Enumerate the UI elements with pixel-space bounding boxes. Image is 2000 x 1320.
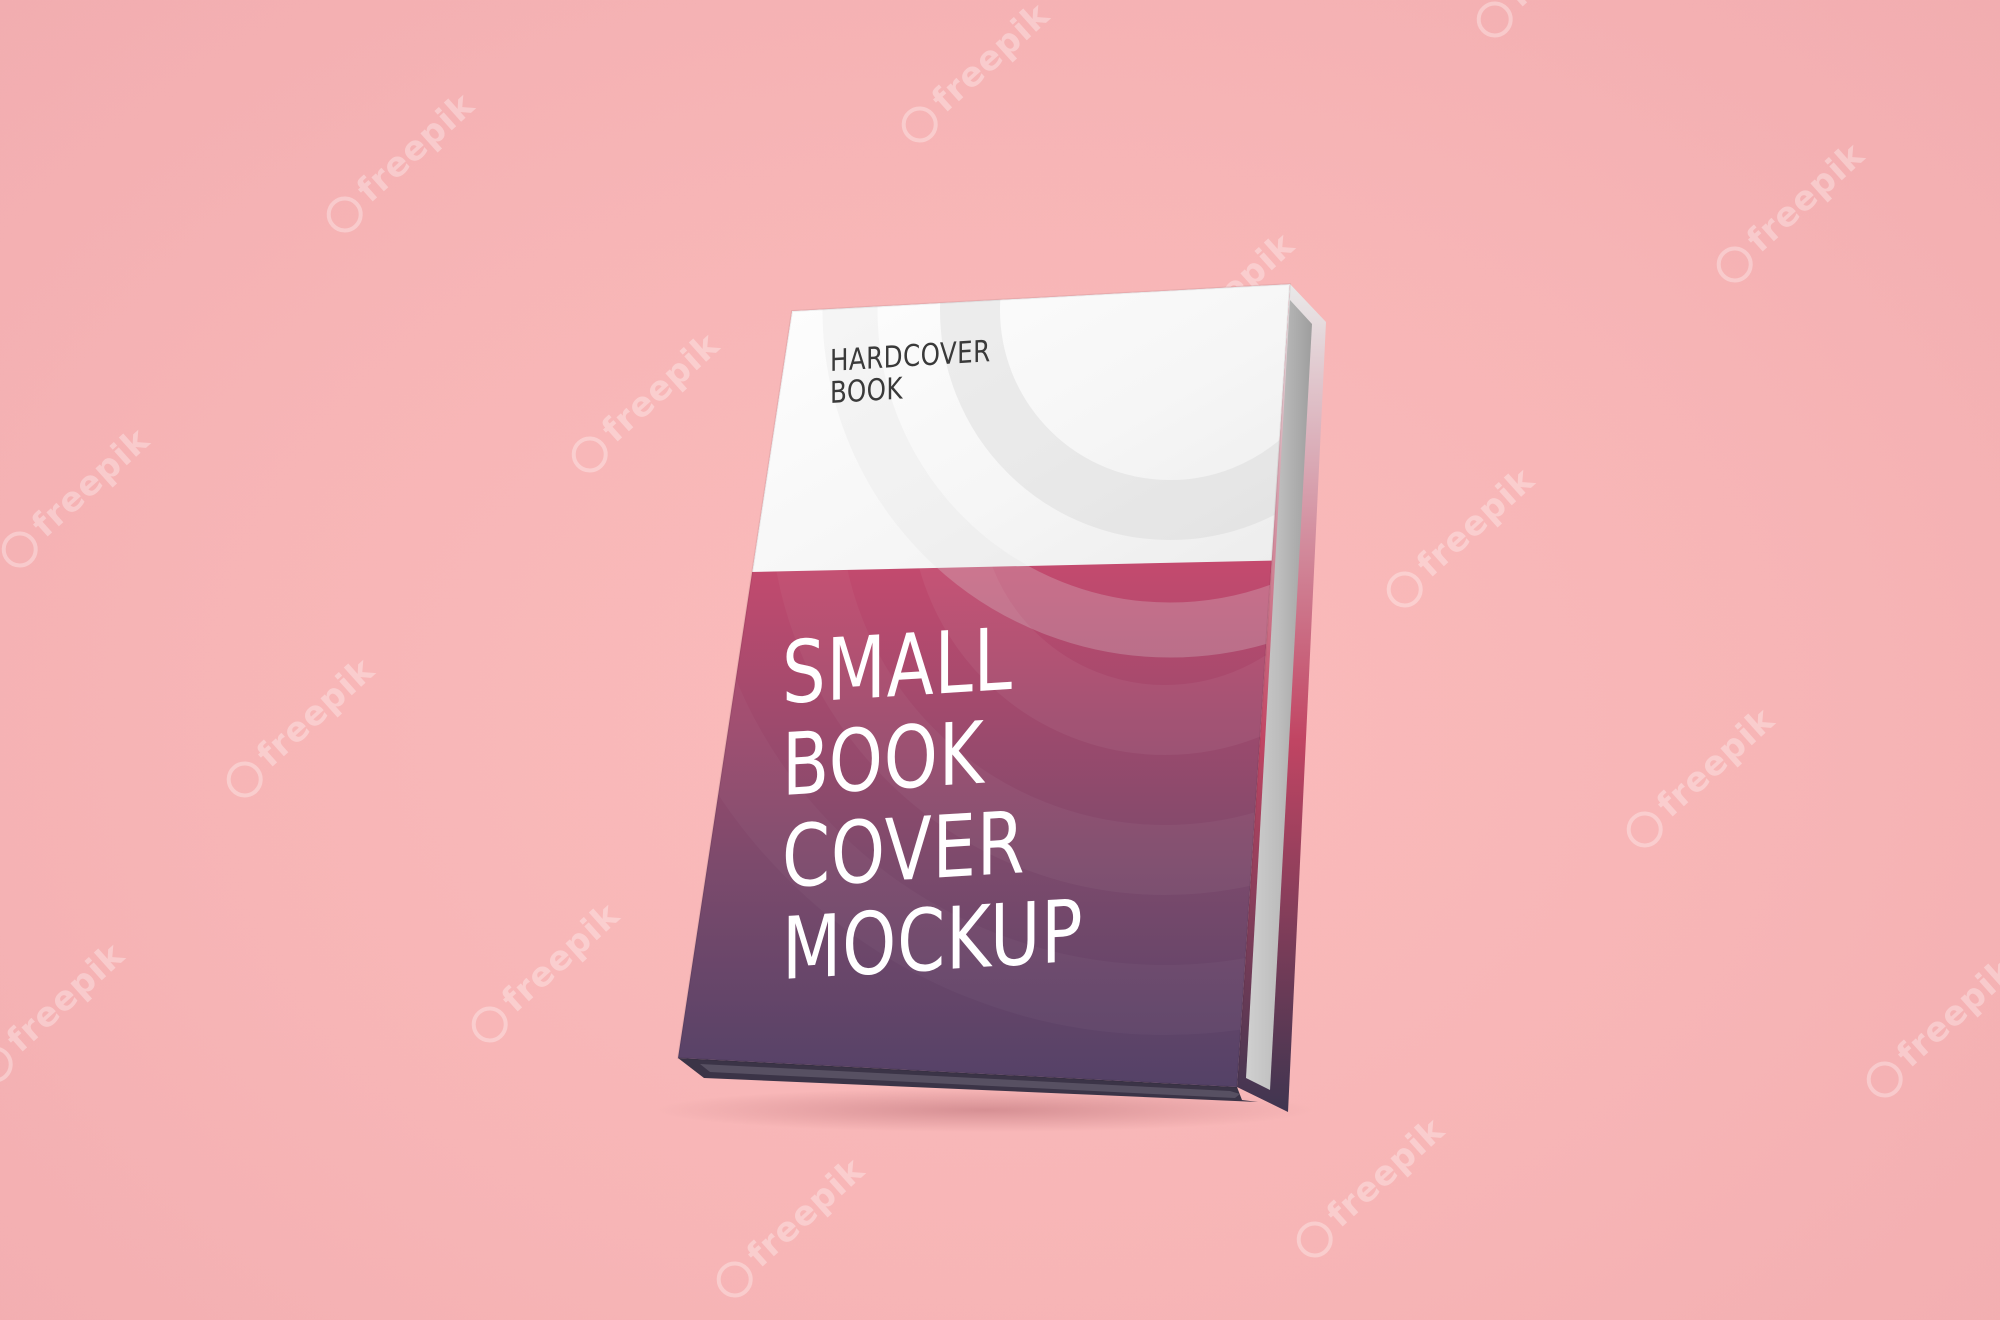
cover-title-line: MOCKUP (782, 881, 1084, 1000)
front-cover (678, 284, 1290, 1087)
cover-label: HARDCOVER BOOK (830, 334, 991, 411)
cover-title: SMALL BOOK COVER MOCKUP (782, 610, 1084, 1000)
hardcover-book: HARDCOVER BOOK SMALL BOOK COVER MOCKUP (0, 0, 2000, 1320)
mockup-scene: freepik freepik freepik freepik freepik … (0, 0, 2000, 1320)
